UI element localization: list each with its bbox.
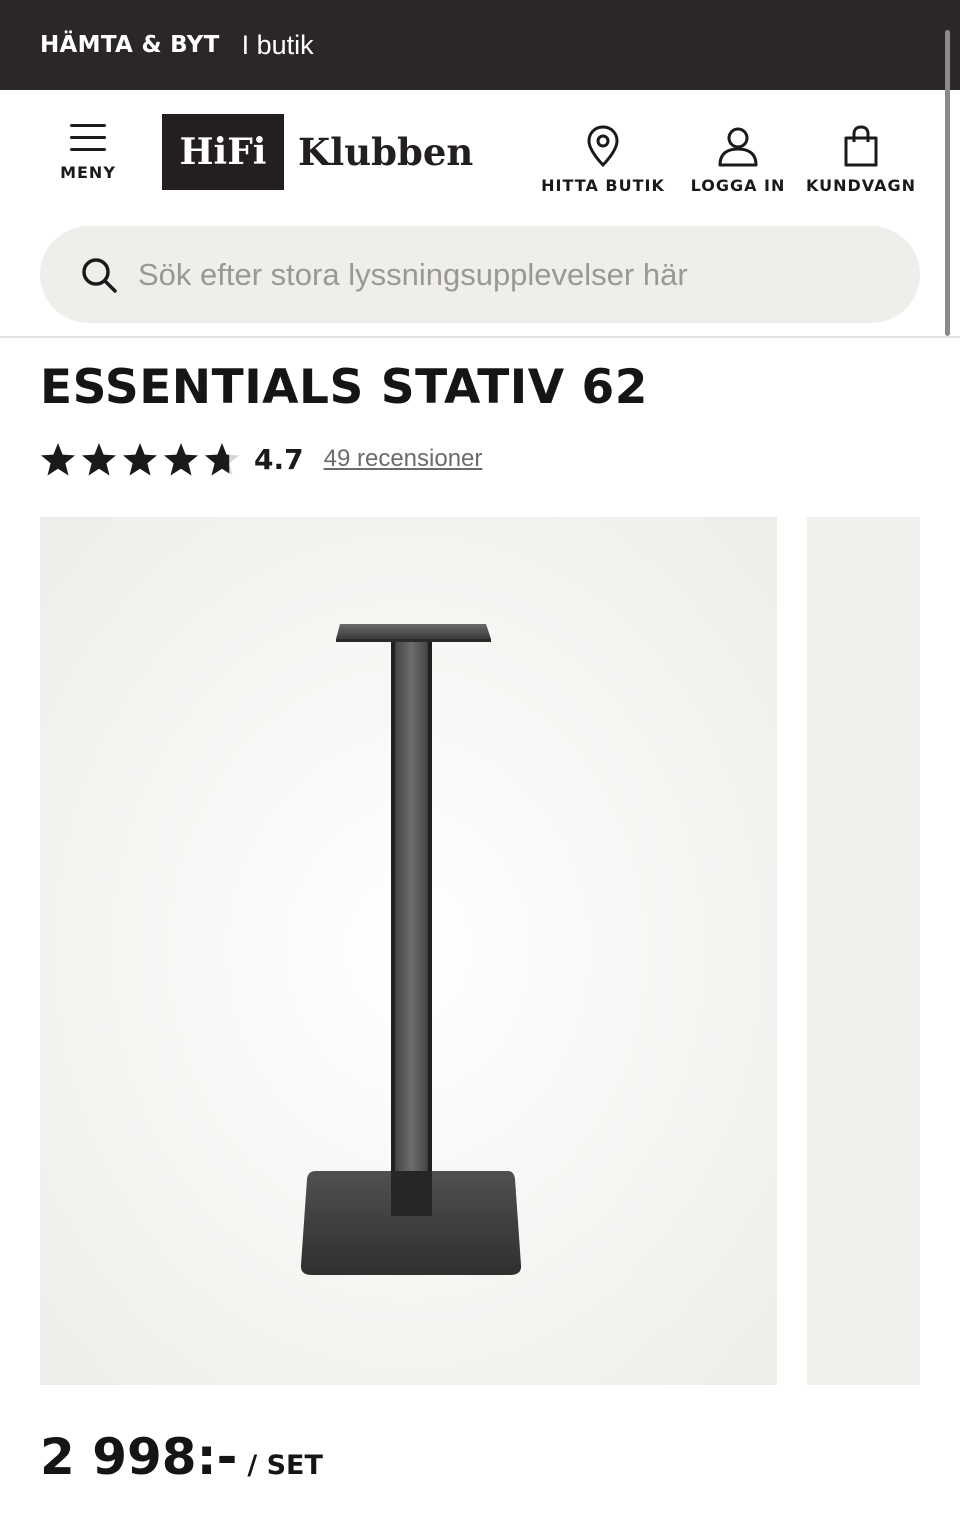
location-pin-icon bbox=[587, 125, 619, 168]
login-button[interactable]: LOGGA IN bbox=[683, 124, 793, 195]
product-title: ESSENTIALS STATIV 62 bbox=[40, 360, 648, 415]
speaker-stand-image bbox=[300, 624, 522, 1275]
menu-button[interactable]: MENY bbox=[52, 124, 124, 182]
price-unit: / SET bbox=[247, 1450, 323, 1481]
find-store-label: HITTA BUTIK bbox=[541, 176, 665, 195]
rating-score: 4.7 bbox=[254, 442, 304, 476]
rating-stars bbox=[40, 439, 242, 479]
logo-word: Klubben bbox=[298, 130, 474, 174]
menu-label: MENY bbox=[60, 163, 116, 182]
promo-text: I butik bbox=[241, 29, 314, 60]
login-label: LOGGA IN bbox=[690, 176, 786, 195]
site-header: MENY HiFi Klubben HITTA BUTIK LOGGA IN K… bbox=[0, 90, 960, 225]
logo-box: HiFi bbox=[162, 114, 284, 190]
star-rating-icon bbox=[41, 443, 239, 476]
search-input[interactable] bbox=[136, 255, 860, 294]
product-image-main[interactable] bbox=[40, 517, 777, 1385]
product-rating: 4.7 49 recensioner bbox=[40, 438, 482, 480]
site-logo[interactable]: HiFi Klubben bbox=[162, 114, 473, 190]
promo-bold-text: HÄMTA & BYT bbox=[40, 32, 220, 58]
hamburger-icon bbox=[52, 124, 124, 151]
cart-button[interactable]: KUNDVAGN bbox=[801, 124, 921, 195]
price-row: 2 998:- / SET bbox=[40, 1428, 323, 1486]
search-icon[interactable] bbox=[80, 256, 118, 294]
cart-label: KUNDVAGN bbox=[806, 176, 916, 195]
product-image-next[interactable] bbox=[807, 517, 920, 1385]
shopping-bag-icon bbox=[844, 125, 878, 167]
promo-bar[interactable]: HÄMTA & BYT I butik bbox=[0, 0, 960, 90]
find-store-button[interactable]: HITTA BUTIK bbox=[530, 124, 676, 195]
header-divider bbox=[0, 336, 960, 338]
reviews-link[interactable]: 49 recensioner bbox=[324, 445, 483, 473]
search-bar[interactable] bbox=[40, 226, 920, 323]
user-icon bbox=[718, 127, 758, 167]
product-price: 2 998:- bbox=[40, 1428, 238, 1486]
